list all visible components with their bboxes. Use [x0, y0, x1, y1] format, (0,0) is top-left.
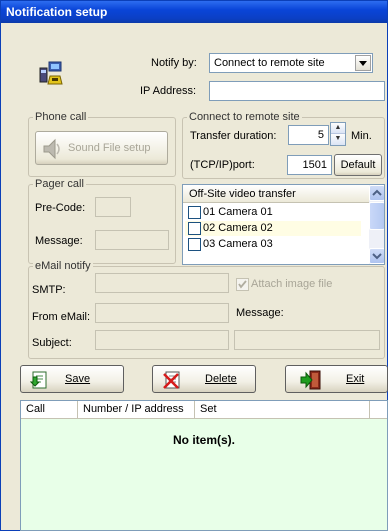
scroll-up-icon[interactable]: [369, 185, 384, 201]
from-email-field[interactable]: [95, 303, 229, 323]
column-set[interactable]: Set: [195, 401, 370, 419]
attach-image-label: Attach image file: [251, 278, 333, 290]
delete-label: Delete: [205, 373, 237, 385]
default-button-label: Default: [340, 159, 376, 171]
column-call[interactable]: Call: [21, 401, 78, 419]
email-notify-title: eMail notify: [33, 260, 93, 272]
save-button[interactable]: Save: [20, 365, 124, 393]
notification-setup-window: Notification setup Notify by: Connect to…: [0, 0, 388, 531]
exit-icon: [300, 370, 321, 390]
subject-field[interactable]: [95, 330, 229, 350]
transfer-duration-spinner[interactable]: ▲ ▼: [330, 122, 346, 146]
notify-by-select[interactable]: Connect to remote site: [209, 53, 373, 73]
pre-code-label: Pre-Code:: [35, 202, 86, 214]
save-label: Save: [65, 373, 91, 385]
smtp-label: SMTP:: [32, 284, 66, 296]
vertical-scrollbar[interactable]: [369, 185, 384, 264]
list-item[interactable]: 01 Camera 01: [185, 205, 361, 220]
pager-message-field[interactable]: [95, 230, 169, 250]
camera-3-checkbox[interactable]: [188, 238, 201, 251]
offsite-list-header: Off-Site video transfer: [183, 185, 369, 203]
camera-1-checkbox[interactable]: [188, 206, 201, 219]
network-phone-icon: [39, 61, 65, 87]
checkmark-icon: [238, 280, 247, 289]
table-empty-text: No item(s).: [172, 433, 235, 447]
pager-call-title: Pager call: [33, 178, 86, 190]
list-item[interactable]: 03 Camera 03: [185, 237, 361, 252]
notification-table[interactable]: Call Number / IP address Set No item(s).: [20, 400, 388, 531]
remote-site-title: Connect to remote site: [187, 111, 302, 123]
pre-code-field[interactable]: [95, 197, 131, 217]
port-label: (TCP/IP)port:: [190, 159, 255, 171]
scroll-down-icon[interactable]: [369, 248, 384, 264]
email-message-field[interactable]: [234, 330, 380, 350]
sound-file-setup-button[interactable]: Sound File setup: [35, 131, 168, 165]
spin-down-icon[interactable]: ▼: [331, 134, 345, 145]
ip-address-label: IP Address:: [140, 85, 197, 97]
exit-button[interactable]: Exit: [285, 365, 388, 393]
phone-call-title: Phone call: [33, 111, 89, 123]
sound-file-setup-label: Sound File setup: [68, 142, 151, 154]
camera-3-label: 03 Camera 03: [203, 238, 273, 250]
speaker-icon: [42, 138, 64, 163]
delete-icon: [162, 370, 182, 390]
notify-by-label: Notify by:: [151, 57, 197, 69]
pager-call-group: Pager call: [28, 178, 176, 264]
exit-label: Exit: [346, 373, 365, 385]
save-icon: [29, 370, 50, 390]
port-field[interactable]: 1501: [287, 155, 332, 175]
transfer-duration-field[interactable]: 5: [288, 125, 329, 145]
attach-image-checkbox[interactable]: [236, 278, 249, 291]
notify-by-value: Connect to remote site: [214, 57, 325, 69]
chevron-down-icon[interactable]: [355, 55, 371, 71]
email-message-label: Message:: [236, 307, 284, 319]
column-number-ip[interactable]: Number / IP address: [78, 401, 195, 419]
default-button[interactable]: Default: [334, 154, 382, 176]
table-header: Call Number / IP address Set: [21, 401, 387, 419]
offsite-header-label: Off-Site video transfer: [189, 188, 296, 200]
from-email-label: From eMail:: [32, 311, 91, 323]
list-item[interactable]: 02 Camera 02: [185, 221, 361, 236]
scroll-thumb[interactable]: [369, 202, 384, 230]
window-title: Notification setup: [1, 1, 387, 23]
camera-2-label: 02 Camera 02: [203, 222, 273, 234]
smtp-field[interactable]: [95, 273, 229, 293]
camera-2-checkbox[interactable]: [188, 222, 201, 235]
pager-message-label: Message:: [35, 235, 83, 247]
delete-button[interactable]: Delete: [152, 365, 256, 393]
transfer-duration-label: Transfer duration:: [190, 130, 277, 142]
spin-up-icon[interactable]: ▲: [331, 123, 345, 134]
camera-1-label: 01 Camera 01: [203, 206, 273, 218]
subject-label: Subject:: [32, 337, 72, 349]
ip-address-field[interactable]: [209, 81, 385, 101]
transfer-unit-label: Min.: [351, 130, 372, 142]
offsite-camera-list[interactable]: Off-Site video transfer 01 Camera 01 02 …: [182, 184, 385, 265]
